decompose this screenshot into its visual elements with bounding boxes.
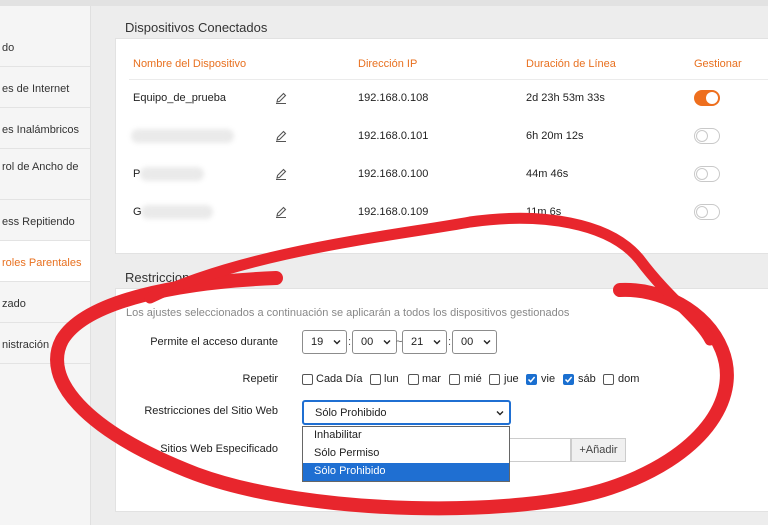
red-annotation-circle — [50, 212, 734, 516]
